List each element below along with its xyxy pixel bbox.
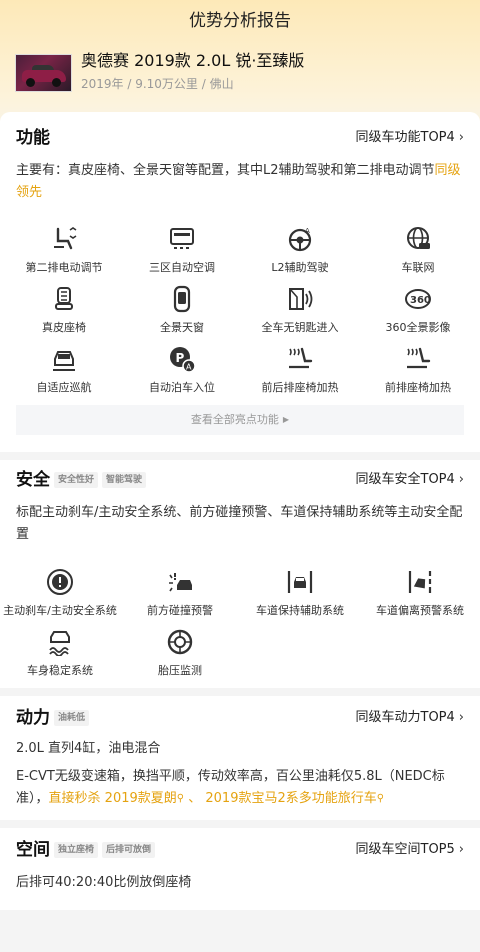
triangle-right-icon: ▶ <box>282 415 290 424</box>
view-all-features-button[interactable]: 查看全部亮点功能 ▶ <box>16 405 464 435</box>
chevron-right-icon: › <box>458 472 464 487</box>
function-top4-link[interactable]: 同级车功能TOP4 › <box>356 128 465 148</box>
safety-top4-link[interactable]: 同级车安全TOP4 › <box>356 470 465 490</box>
safety-item[interactable]: 车身稳定系统 <box>0 628 120 688</box>
chevron-right-icon: › <box>458 130 464 145</box>
feature-item[interactable]: 全景天窗 <box>122 285 242 345</box>
safety-item[interactable]: 前方碰撞预警 <box>120 568 240 628</box>
lane-departure-icon <box>408 571 432 593</box>
safety-summary: 标配主动刹车/主动安全系统、前方碰撞预警、车道保持辅助系统等主动安全配置 <box>16 505 463 542</box>
panoramic-sunroof-icon <box>173 285 191 313</box>
car-name: 奥德赛 2019款 2.0L 锐·至臻版 <box>81 51 305 70</box>
front-seat-heating-icon <box>407 347 431 369</box>
leather-seat-icon <box>55 287 73 310</box>
space-summary: 后排可40:20:40比例放倒座椅 <box>16 875 192 890</box>
power-seat-icon <box>54 227 77 250</box>
chevron-right-icon: › <box>458 842 464 857</box>
function-title: 功能 <box>16 128 50 148</box>
car-thumbnail <box>15 54 72 92</box>
tag-independent-seats: 独立座椅 <box>54 842 99 858</box>
connected-car-icon <box>407 227 430 249</box>
collision-warning-icon <box>169 573 192 592</box>
feature-item[interactable]: 真皮座椅 <box>4 285 124 345</box>
steering-assist-icon: A <box>288 227 312 252</box>
feature-item[interactable]: 全车无钥匙进入 <box>240 285 360 345</box>
safety-item[interactable]: 主动刹车/主动安全系统 <box>0 568 120 628</box>
feature-item[interactable]: 前后排座椅加热 <box>240 345 360 405</box>
page-title: 优势分析报告 <box>189 11 291 31</box>
safety-title: 安全 <box>16 470 50 490</box>
car-header[interactable]: 奥德赛 2019款 2.0L 锐·至臻版 2019年 / 9.10万公里 / 佛… <box>15 50 465 98</box>
keyless-entry-icon <box>289 288 313 310</box>
power-engine: 2.0L 直列4缸，油电混合 <box>16 741 161 756</box>
feature-item[interactable]: 自适应巡航 <box>4 345 124 405</box>
search-icon: ⚲ <box>176 793 185 804</box>
safety-item[interactable]: 车道偏离预警系统 <box>360 568 480 628</box>
adaptive-cruise-icon <box>53 351 75 371</box>
auto-parking-icon: PA <box>170 347 196 373</box>
search-icon: ⚲ <box>376 793 385 804</box>
function-card: 功能 同级车功能TOP4 › 主要有：真皮座椅、全景天窗等配置，其中L2辅助驾驶和… <box>0 112 480 452</box>
feature-item[interactable]: 360 360全景影像 <box>358 285 478 345</box>
svg-text:360: 360 <box>410 295 431 306</box>
feature-item[interactable]: PA 自动泊车入位 <box>122 345 242 405</box>
feature-item[interactable]: 第二排电动调节 <box>4 225 124 285</box>
compare-car-a-link[interactable]: 2019款夏朗⚲ <box>105 791 184 806</box>
feature-item[interactable]: A L2辅助驾驶 <box>240 225 360 285</box>
car-meta: 2019年 / 9.10万公里 / 佛山 <box>81 77 234 91</box>
tag-rear-fold: 后排可放倒 <box>102 842 156 858</box>
chevron-right-icon: › <box>458 710 464 725</box>
compare-car-b-link[interactable]: 2019款宝马2系多功能旅行车⚲ <box>205 791 384 806</box>
tag-low-fuel: 油耗低 <box>54 710 90 726</box>
camera-360-icon: 360 <box>405 289 431 309</box>
power-top4-link[interactable]: 同级车动力TOP4 › <box>356 708 465 728</box>
safety-item[interactable]: 胎压监测 <box>120 628 240 688</box>
feature-item[interactable]: 车联网 <box>358 225 478 285</box>
safety-item[interactable]: 车道保持辅助系统 <box>240 568 360 628</box>
power-description: E-CVT无级变速箱，换挡平顺，传动效率高，百公里油耗仅5.8L（NEDC标准）… <box>16 769 445 806</box>
space-title: 空间 <box>16 840 50 860</box>
lane-keeping-icon <box>287 571 313 593</box>
tire-pressure-icon <box>167 629 193 655</box>
power-title: 动力 <box>16 708 50 728</box>
climate-control-icon <box>170 228 194 249</box>
stability-control-icon <box>49 631 70 656</box>
active-brake-icon <box>47 569 73 595</box>
feature-item[interactable]: 三区自动空调 <box>122 225 242 285</box>
feature-item[interactable]: 前排座椅加热 <box>358 345 478 405</box>
seat-heating-icon <box>289 347 313 369</box>
power-card: 动力 油耗低 同级车动力TOP4 › 2.0L 直列4缸，油电混合 E-CVT无级变… <box>0 696 480 820</box>
tag-smart-driving: 智能驾驶 <box>102 472 147 488</box>
space-card: 空间 独立座椅 后排可放倒 同级车空间TOP5 › 后排可40:20:40比例放倒座椅 <box>0 828 480 910</box>
svg-text:A: A <box>305 227 310 235</box>
space-top5-link[interactable]: 同级车空间TOP5 › <box>356 840 465 860</box>
safety-card: 安全 安全性好 智能驾驶 同级车安全TOP4 › 标配主动刹车/主动安全系统、前方碰撞… <box>0 460 480 688</box>
tag-safe: 安全性好 <box>54 472 99 488</box>
svg-text:A: A <box>186 363 192 372</box>
function-summary: 主要有：真皮座椅、全景天窗等配置，其中L2辅助驾驶和第二排电动调节同级领先 <box>16 163 461 200</box>
